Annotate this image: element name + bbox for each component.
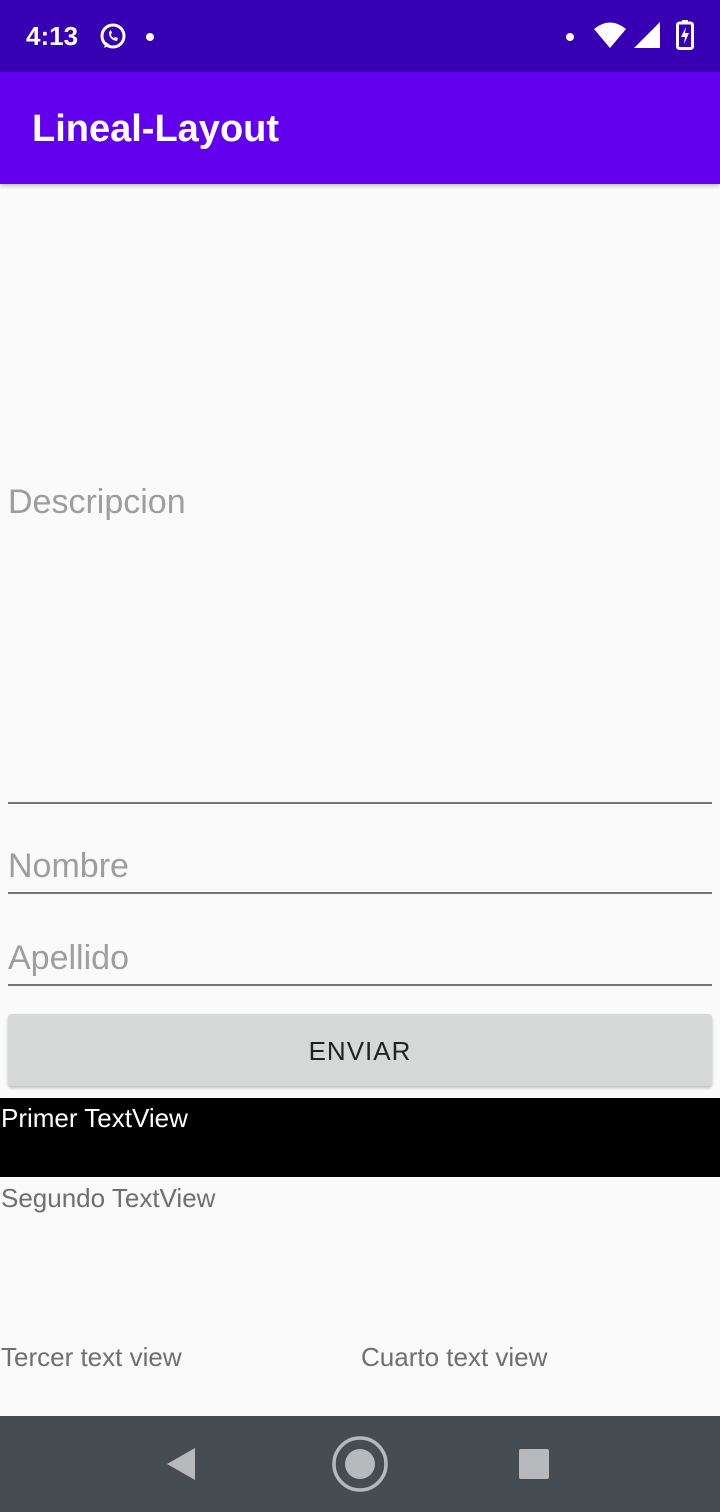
cuarto-textview: Cuarto text view (361, 1342, 548, 1372)
primer-textview-label: Primer TextView (1, 1103, 188, 1133)
descripcion-field[interactable]: Descripcion (8, 184, 712, 804)
status-time: 4:13 (26, 21, 79, 51)
notification-dot-icon (566, 33, 574, 41)
enviar-button[interactable]: ENVIAR (8, 1014, 712, 1086)
nombre-placeholder: Nombre (8, 847, 129, 885)
app-bar: Lineal-Layout (0, 72, 720, 184)
segundo-textview: Segundo TextView (1, 1183, 216, 1213)
whatsapp-icon (100, 23, 126, 49)
recents-icon[interactable] (519, 1449, 549, 1479)
primer-textview: Primer TextView (0, 1098, 720, 1177)
status-bar: 4:13 (0, 0, 720, 72)
notification-dot-icon (146, 33, 154, 41)
signal-icon (634, 22, 660, 48)
home-icon[interactable] (331, 1435, 389, 1493)
battery-charging-icon (676, 20, 694, 50)
back-icon[interactable] (166, 1447, 196, 1481)
navigation-bar (0, 1416, 720, 1512)
nombre-field[interactable]: Nombre (8, 842, 712, 894)
descripcion-placeholder: Descripcion (8, 483, 186, 521)
tercer-textview: Tercer text view (1, 1342, 182, 1372)
wifi-icon (594, 22, 626, 48)
apellido-field[interactable]: Apellido (8, 934, 712, 986)
apellido-placeholder: Apellido (8, 939, 129, 977)
app-title: Lineal-Layout (32, 108, 280, 150)
